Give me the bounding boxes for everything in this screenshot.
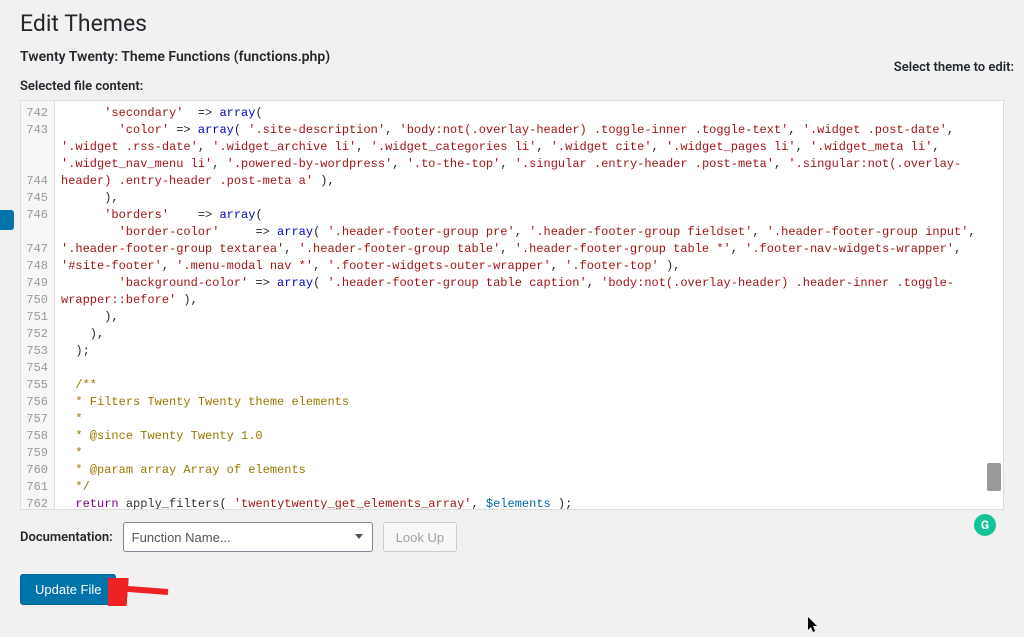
line-number: 755: [21, 377, 54, 394]
line-number: 745: [21, 190, 54, 207]
code-line[interactable]: return apply_filters( 'twentytwenty_get_…: [61, 496, 997, 509]
code-line[interactable]: */: [61, 479, 997, 496]
code-line[interactable]: [61, 360, 997, 377]
page-title: Edit Themes: [20, 10, 1004, 37]
lookup-button[interactable]: Look Up: [383, 522, 457, 552]
line-number: 749: [21, 275, 54, 292]
line-number: 752: [21, 326, 54, 343]
line-number: 743: [21, 122, 54, 173]
code-line[interactable]: ),: [61, 326, 997, 343]
code-content[interactable]: 'secondary' => array( 'color' => array( …: [55, 101, 1003, 509]
mouse-cursor-icon: [808, 617, 820, 637]
documentation-row: Documentation: Function Name... Look Up: [20, 522, 1004, 552]
code-line[interactable]: ),: [61, 190, 997, 207]
line-number: 746: [21, 207, 54, 241]
grammarly-badge[interactable]: G: [974, 514, 996, 536]
scrollbar-thumb[interactable]: [987, 463, 1001, 491]
documentation-select[interactable]: Function Name...: [123, 522, 373, 552]
code-line[interactable]: 'borders' => array(: [61, 207, 997, 224]
line-number: 761: [21, 479, 54, 496]
code-line[interactable]: 'border-color' => array( '.header-footer…: [61, 224, 997, 275]
line-number: 742: [21, 105, 54, 122]
line-number: 759: [21, 445, 54, 462]
line-number: 750: [21, 292, 54, 309]
code-line[interactable]: 'color' => array( '.site-description', '…: [61, 122, 997, 190]
line-number-gutter: 7427437447457467477487497507517527537547…: [21, 101, 55, 509]
line-number: 744: [21, 173, 54, 190]
update-file-button[interactable]: Update File: [20, 574, 116, 605]
admin-sidebar-edge: [0, 0, 14, 631]
code-line[interactable]: * @param array Array of elements: [61, 462, 997, 479]
line-number: 758: [21, 428, 54, 445]
theme-file-subtitle: Twenty Twenty: Theme Functions (function…: [20, 49, 1004, 65]
line-number: 754: [21, 360, 54, 377]
code-line[interactable]: *: [61, 445, 997, 462]
line-number: 751: [21, 309, 54, 326]
code-line[interactable]: );: [61, 343, 997, 360]
select-theme-label: Select theme to edit:: [894, 60, 1014, 75]
code-line[interactable]: /**: [61, 377, 997, 394]
line-number: 753: [21, 343, 54, 360]
code-line[interactable]: * @since Twenty Twenty 1.0: [61, 428, 997, 445]
line-number: 747: [21, 241, 54, 258]
theme-editor-wrap: Edit Themes Twenty Twenty: Theme Functio…: [0, 0, 1024, 605]
collapse-sidebar-nub[interactable]: [0, 210, 14, 230]
line-number: 762: [21, 496, 54, 509]
line-number: 760: [21, 462, 54, 479]
code-line[interactable]: 'secondary' => array(: [61, 105, 997, 122]
line-number: 757: [21, 411, 54, 428]
code-editor[interactable]: 7427437447457467477487497507517527537547…: [20, 100, 1004, 510]
code-line[interactable]: *: [61, 411, 997, 428]
selected-file-label: Selected file content:: [20, 79, 1004, 94]
line-number: 756: [21, 394, 54, 411]
line-number: 748: [21, 258, 54, 275]
code-line[interactable]: * Filters Twenty Twenty theme elements: [61, 394, 997, 411]
code-line[interactable]: 'background-color' => array( '.header-fo…: [61, 275, 997, 309]
code-line[interactable]: ),: [61, 309, 997, 326]
editor-scrollbar[interactable]: [987, 103, 1001, 507]
documentation-label: Documentation:: [20, 530, 113, 545]
